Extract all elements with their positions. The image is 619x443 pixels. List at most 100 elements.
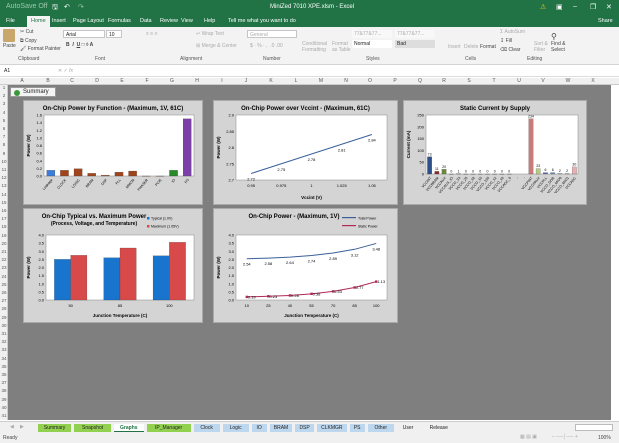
column-header-K[interactable]: K [261,78,281,84]
row-header-27[interactable]: 27 [0,298,8,303]
column-header-A[interactable]: A [12,78,32,84]
sheet-tab-snapshot[interactable]: Snapshot [74,424,111,432]
style-normal[interactable]: Normal [352,40,392,48]
column-header-R[interactable]: R [434,78,454,84]
summary-button[interactable]: Summary [10,87,56,97]
tab-home[interactable]: Home [27,16,50,27]
chart-power-by-function[interactable]: On-Chip Power by Function - (Maximum, 1V… [23,100,203,205]
row-header-2[interactable]: 2 [0,93,8,98]
cut-button[interactable]: ✂ Cut [20,29,33,35]
row-header-9[interactable]: 9 [0,151,8,156]
row-header-5[interactable]: 5 [0,118,8,123]
column-header-H[interactable]: H [187,78,207,84]
tab-insert[interactable]: Insert [52,18,66,24]
row-header-4[interactable]: 4 [0,110,8,115]
sort-filter-button[interactable]: Sort & Filter [534,41,552,53]
close-button[interactable]: ✕ [606,3,612,11]
column-header-W[interactable]: W [558,78,578,84]
row-header-19[interactable]: 19 [0,233,8,238]
column-header-U[interactable]: U [509,78,529,84]
row-header-25[interactable]: 25 [0,282,8,287]
column-header-C[interactable]: C [62,78,82,84]
row-header-13[interactable]: 13 [0,183,8,188]
row-header-39[interactable]: 39 [0,397,8,402]
column-header-P[interactable]: P [385,78,405,84]
row-header-8[interactable]: 8 [0,142,8,147]
column-header-M[interactable]: M [311,78,331,84]
bold-button[interactable]: B I U □ ◊ A [66,42,93,48]
find-select-button[interactable]: Find & Select [551,41,569,53]
tab-page-layout[interactable]: Page Layout [73,18,104,24]
sheet-tab-ip_manager[interactable]: IP_Manager [146,424,191,432]
row-header-20[interactable]: 20 [0,241,8,246]
zoom-level[interactable]: 100% [598,435,611,441]
row-header-6[interactable]: 6 [0,126,8,131]
row-header-26[interactable]: 26 [0,290,8,295]
row-header-18[interactable]: 18 [0,224,8,229]
warning-icon[interactable]: ⚠ [540,3,546,11]
row-header-28[interactable]: 28 [0,306,8,311]
sheet-tab-dsp[interactable]: DSP [295,424,314,432]
row-header-3[interactable]: 3 [0,101,8,106]
column-header-B[interactable]: B [38,78,58,84]
row-header-11[interactable]: 11 [0,167,8,172]
tab-scroll-left[interactable]: ◀ [10,424,14,430]
clear-button[interactable]: ⌫ Clear [500,47,520,53]
sheet-tab-clkmgr[interactable]: CLKMGR [317,424,347,432]
row-header-12[interactable]: 12 [0,175,8,180]
row-header-23[interactable]: 23 [0,265,8,270]
paste-icon[interactable] [3,29,15,42]
sheet-tab-summary[interactable]: Summary [38,424,72,432]
paste-button[interactable]: Paste [3,43,16,49]
column-header-V[interactable]: V [533,78,553,84]
tell-me-search[interactable]: Tell me what you want to do [228,18,296,24]
row-header-36[interactable]: 36 [0,372,8,377]
row-header-22[interactable]: 22 [0,257,8,262]
column-header-N[interactable]: N [336,78,356,84]
tab-scroll-right[interactable]: ▶ [20,424,24,430]
row-header-37[interactable]: 37 [0,380,8,385]
row-header-32[interactable]: 32 [0,339,8,344]
chart-static-current[interactable]: Static Current by Supply 0 50 100 150 200 250 C… [403,100,587,205]
save-icon[interactable]: 🖫 [52,3,58,14]
wrap-text-button[interactable]: ↩ Wrap Text [196,31,224,37]
column-header-E[interactable]: E [112,78,132,84]
row-header-10[interactable]: 10 [0,159,8,164]
chart-power-over-vccint[interactable]: On-Chip Power over Vccint - (Maximum, 61… [213,100,398,205]
ribbon-display-icon[interactable]: ▣ [556,3,563,11]
minimize-button[interactable]: – [573,3,577,10]
row-header-17[interactable]: 17 [0,216,8,221]
horizontal-scrollbar[interactable] [575,424,613,431]
column-header-O[interactable]: O [360,78,380,84]
chart-power-vs-temperature[interactable]: On-Chip Power - (Maximum, 1V) 0.0 0.5 1.0 1.… [213,208,398,323]
row-header-15[interactable]: 15 [0,200,8,205]
delete-cells-button[interactable]: Delete [464,44,478,50]
column-header-G[interactable]: G [162,78,182,84]
currency-button[interactable]: $ · % · , .0 .00 [250,43,283,49]
sheet-tab-other[interactable]: Other [367,424,394,432]
format-as-table-button[interactable]: Format as Table [332,41,352,53]
fx-icon[interactable]: ✕ ✓ fx [58,68,73,74]
column-header-I[interactable]: I [212,78,232,84]
style-sample-1[interactable]: 77&77&77... [352,30,392,38]
font-size-select[interactable]: 10 [106,30,122,38]
format-cells-button[interactable]: Format [480,44,496,50]
tab-data[interactable]: Data [140,18,152,24]
sheet-tab-user[interactable]: User [396,424,420,432]
autosave-toggle[interactable]: AutoSave Off [6,3,48,10]
row-header-30[interactable]: 30 [0,323,8,328]
row-header-1[interactable]: 1 [0,85,8,90]
autosum-button[interactable]: Σ AutoSum [500,29,525,35]
column-header-S[interactable]: S [459,78,479,84]
style-bad[interactable]: Bad [395,40,435,48]
style-sample-2[interactable]: 77&77&77... [395,30,435,38]
redo-icon[interactable]: ↷ [78,3,84,11]
row-header-38[interactable]: 38 [0,388,8,393]
sheet-tab-clock[interactable]: Clock [193,424,220,432]
chart-typical-vs-maximum[interactable]: On-Chip Typical vs. Maximum Power (Proces… [23,208,203,323]
row-header-41[interactable]: 41 [0,413,8,418]
tab-help[interactable]: Help [204,18,215,24]
font-name-select[interactable]: Arial [63,30,105,38]
column-header-X[interactable]: X [583,78,603,84]
row-header-31[interactable]: 31 [0,331,8,336]
